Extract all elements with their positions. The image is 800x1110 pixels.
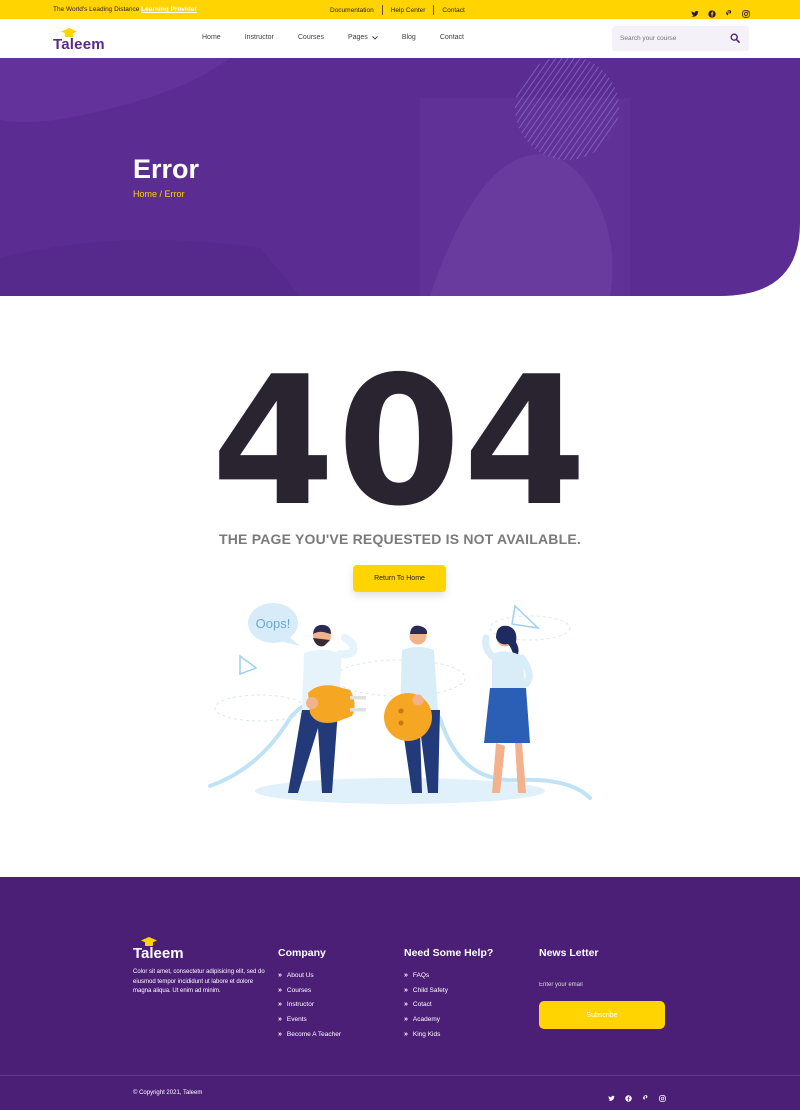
page-banner: Error Home / Error <box>0 58 800 296</box>
double-chevron-icon: » <box>404 986 408 994</box>
top-links: Documentation Help Center Contact <box>322 5 473 15</box>
footer-link[interactable]: » FAQs <box>404 968 493 983</box>
twitter-icon[interactable] <box>608 1089 615 1101</box>
footer-link-label: FAQs <box>412 971 430 979</box>
footer-link-label: Become A Teacher <box>286 1031 341 1039</box>
footer-logo-text: Taleem <box>133 945 184 962</box>
oops-bubble-text: Oops! <box>256 616 291 631</box>
double-chevron-icon: » <box>404 1001 408 1009</box>
top-bar: The World's Leading Distance Learning Pr… <box>0 0 800 19</box>
double-chevron-icon: » <box>278 986 282 994</box>
footer-link-label: About Us <box>286 971 314 979</box>
footer-link-label: Courses <box>286 986 312 994</box>
error-code: 404 <box>211 338 589 545</box>
oops-illustration: Oops! <box>208 603 592 804</box>
footer-link[interactable]: » Child Safety <box>404 983 493 998</box>
pinterest-icon[interactable] <box>725 5 733 16</box>
footer-link[interactable]: » Instructor <box>278 998 341 1013</box>
footer-link-label: Events <box>286 1016 307 1024</box>
nav-pages[interactable]: Pages <box>348 34 378 41</box>
facebook-icon[interactable] <box>625 1089 632 1102</box>
page-title: Error <box>133 154 200 184</box>
double-chevron-icon: » <box>404 1016 408 1024</box>
footer-link-label: Academy <box>412 1016 441 1024</box>
site-footer: Taleem Color sit amet, consectetur adipi… <box>0 877 800 1110</box>
newsletter-email-input[interactable] <box>539 979 665 991</box>
footer-link[interactable]: » King Kids <box>404 1027 493 1042</box>
chevron-down-icon <box>371 35 378 40</box>
footer-description: Color sit amet, consectetur adipisicing … <box>133 969 265 994</box>
footer-divider <box>0 1075 800 1076</box>
footer-link-label: King Kids <box>412 1031 441 1039</box>
breadcrumb[interactable]: Home / Error <box>133 189 185 199</box>
footer-social <box>608 1089 666 1102</box>
divider <box>433 5 435 15</box>
facebook-icon[interactable] <box>708 5 716 18</box>
nav-label: Blog <box>401 34 416 41</box>
footer-help: Need Some Help? » FAQs » Child Safety » Cot… <box>404 947 493 1042</box>
footer-link[interactable]: » Cotact <box>404 998 493 1013</box>
footer-newsletter-heading: News Letter <box>539 947 599 959</box>
search-icon[interactable] <box>730 33 740 43</box>
nav-label: Contact <box>439 34 464 41</box>
double-chevron-icon: » <box>278 1016 282 1024</box>
nav-instructor[interactable]: Instructor <box>245 34 274 41</box>
top-link-contact[interactable]: Contact <box>434 7 472 14</box>
tagline-text: The World's Leading Distance <box>53 6 142 13</box>
instagram-icon[interactable] <box>659 1089 666 1102</box>
footer-company-heading: Company <box>278 947 326 959</box>
footer-link-label: Instructor <box>286 1001 314 1009</box>
return-home-button[interactable]: Return To Home <box>353 565 446 592</box>
nav-label: Home <box>202 34 221 41</box>
main-nav: Home Instructor Courses Pages Blog Conta… <box>202 34 488 41</box>
nav-label: Courses <box>297 34 324 41</box>
tagline: The World's Leading Distance Learning Pr… <box>53 6 197 13</box>
nav-courses[interactable]: Courses <box>298 34 324 41</box>
error-message: THE PAGE YOU'VE REQUESTED IS NOT AVAILAB… <box>219 531 581 547</box>
nav-contact[interactable]: Contact <box>440 34 464 41</box>
footer-link[interactable]: » Events <box>278 1012 341 1027</box>
pinterest-icon[interactable] <box>642 1089 649 1100</box>
nav-blog[interactable]: Blog <box>402 34 416 41</box>
footer-link[interactable]: » Become A Teacher <box>278 1027 341 1042</box>
double-chevron-icon: » <box>404 971 408 979</box>
search-input[interactable] <box>620 32 720 45</box>
banner-background <box>0 58 800 296</box>
footer-newsletter: News Letter Subscribe <box>539 947 669 1037</box>
double-chevron-icon: » <box>278 1031 282 1039</box>
main-header: Taleem Home Instructor Courses Pages Blo… <box>0 19 800 58</box>
search-box <box>612 26 749 51</box>
tagline-link[interactable]: Learning Provider <box>141 6 197 13</box>
double-chevron-icon: » <box>278 971 282 979</box>
footer-company: Company » About Us » Courses » Instructor »… <box>278 947 341 1042</box>
twitter-icon[interactable] <box>691 5 699 17</box>
double-chevron-icon: » <box>278 1001 282 1009</box>
subscribe-button[interactable]: Subscribe <box>539 1001 665 1029</box>
copyright: © Copyright 2021, Taleem <box>133 1090 203 1096</box>
footer-link[interactable]: » Courses <box>278 983 341 998</box>
footer-link-label: Child Safety <box>412 986 448 994</box>
footer-link[interactable]: » Academy <box>404 1012 493 1027</box>
nav-label: Instructor <box>244 34 274 41</box>
footer-link-label: Cotact <box>412 1001 432 1009</box>
footer-link[interactable]: » About Us <box>278 968 341 983</box>
instagram-icon[interactable] <box>742 5 750 18</box>
divider <box>381 5 383 15</box>
nav-home[interactable]: Home <box>202 34 221 41</box>
top-link-help-center[interactable]: Help Center <box>383 7 434 14</box>
logo-text: Taleem <box>53 36 105 53</box>
footer-help-heading: Need Some Help? <box>404 947 494 959</box>
double-chevron-icon: » <box>404 1031 408 1039</box>
top-link-documentation[interactable]: Documentation <box>322 7 382 14</box>
nav-label: Pages <box>347 34 368 41</box>
top-social <box>691 5 750 18</box>
